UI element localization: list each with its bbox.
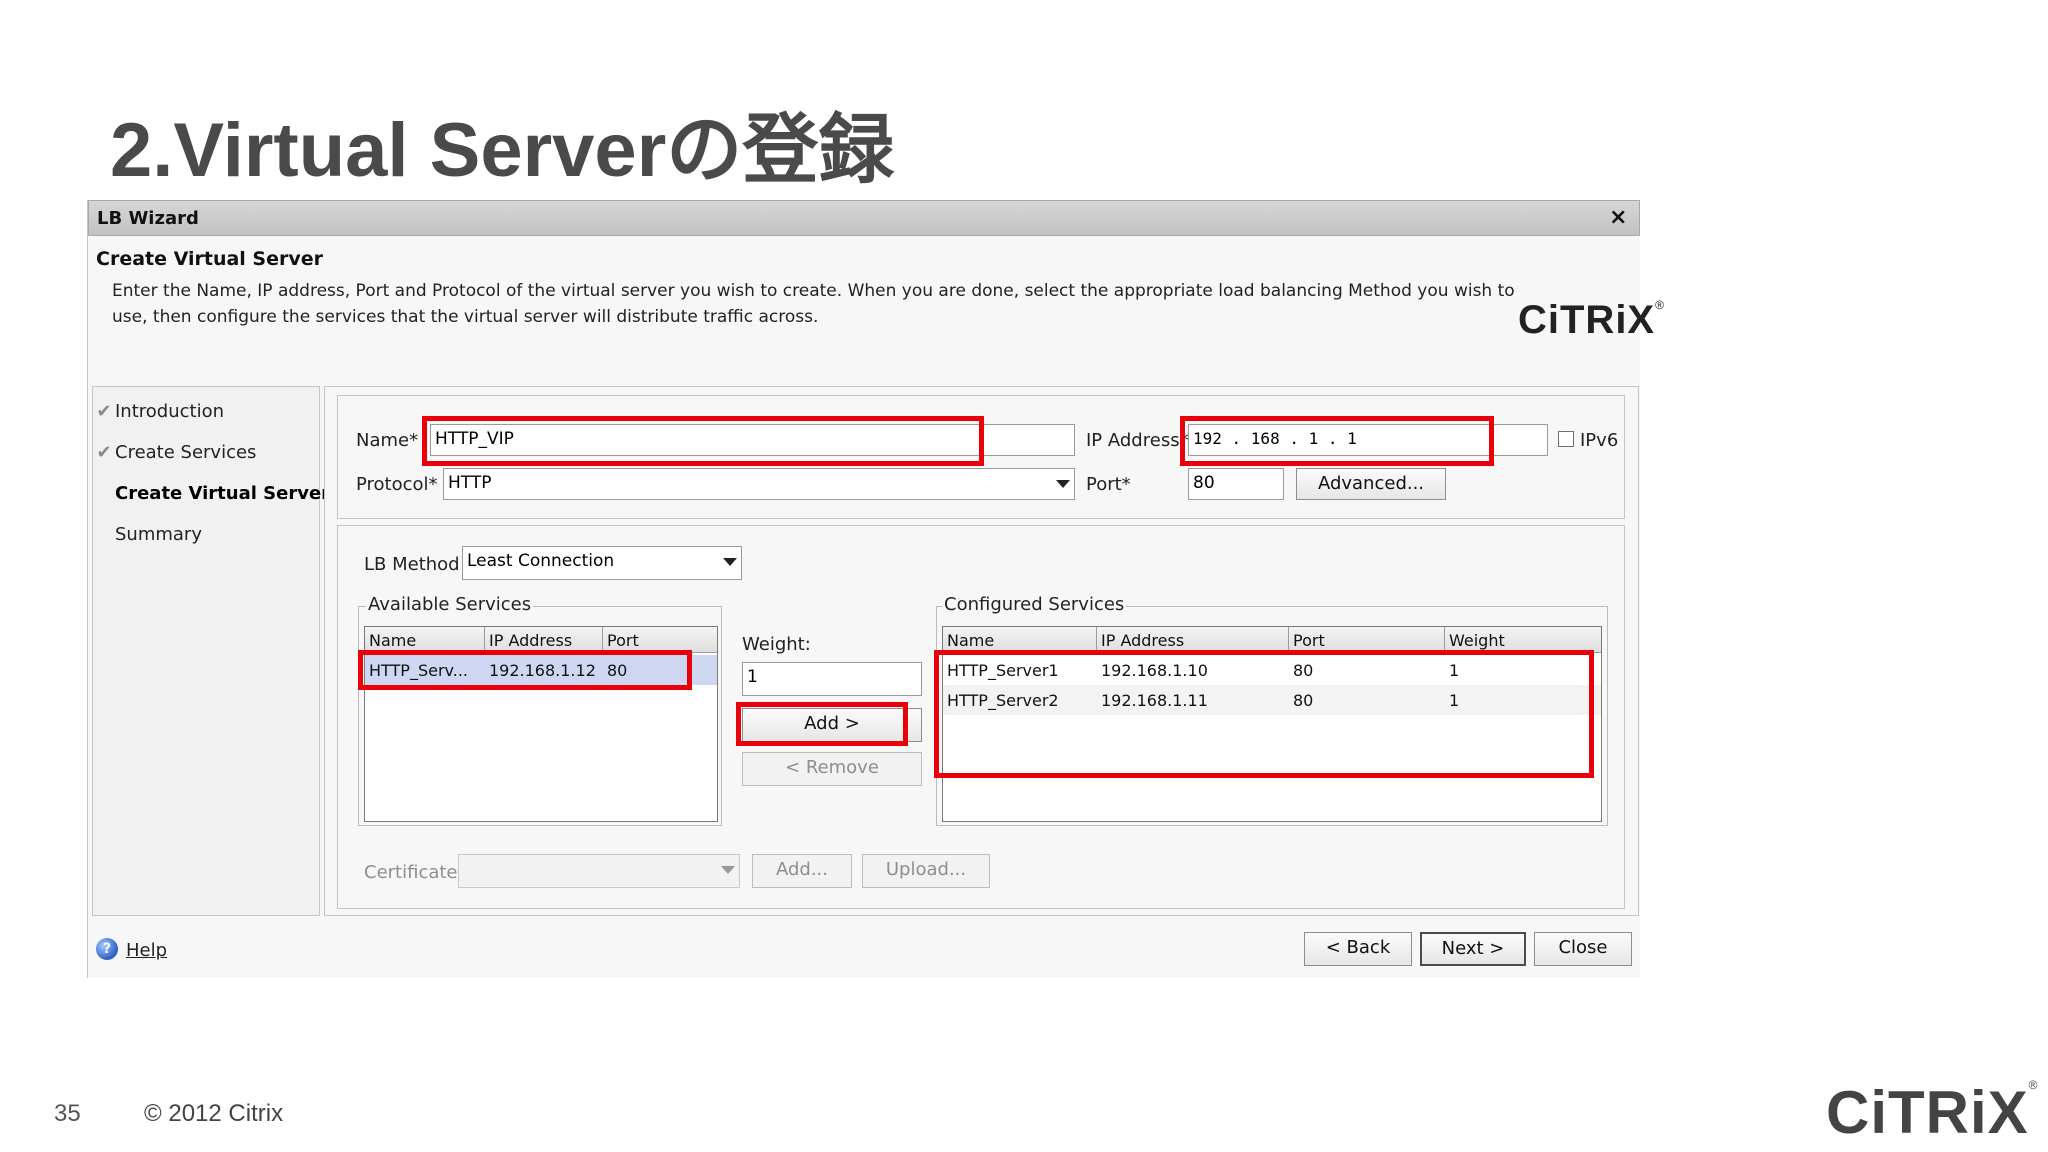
slide-title: 2.Virtual Serverの登録 bbox=[110, 108, 895, 193]
dropdown-arrow-icon bbox=[723, 558, 737, 566]
copyright: © 2012 Citrix bbox=[144, 1100, 284, 1127]
column-header-port[interactable]: Port bbox=[603, 627, 717, 653]
column-header-port[interactable]: Port bbox=[1289, 627, 1445, 653]
nav-item-summary[interactable]: Summary bbox=[93, 524, 202, 545]
next-button[interactable]: Next > bbox=[1420, 932, 1526, 966]
check-icon: ✔ bbox=[96, 401, 112, 422]
nav-item-create-services[interactable]: ✔ Create Services bbox=[93, 442, 256, 463]
column-header-weight[interactable]: Weight bbox=[1445, 627, 1601, 653]
wizard-steps-nav: ✔ Introduction ✔ Create Services Create Vi… bbox=[92, 386, 330, 916]
name-input[interactable]: HTTP_VIP bbox=[430, 424, 1075, 456]
weight-label: Weight: bbox=[742, 634, 811, 655]
ip-address-label: IP Address* bbox=[1086, 430, 1189, 451]
ipv6-checkbox[interactable] bbox=[1558, 431, 1574, 447]
load-balancing-panel: LB Method Least Connection Available Ser… bbox=[337, 525, 1625, 909]
window-title: LB Wizard bbox=[97, 208, 199, 229]
protocol-select[interactable]: HTTP bbox=[443, 468, 1075, 500]
certificate-upload-button[interactable]: Upload... bbox=[862, 854, 990, 888]
citrix-logo: CiTRiX® bbox=[1826, 1078, 2039, 1146]
page-number: 35 bbox=[54, 1100, 81, 1127]
close-icon[interactable]: × bbox=[1609, 205, 1627, 230]
column-header-ip-address[interactable]: IP Address bbox=[1097, 627, 1289, 653]
back-button[interactable]: < Back bbox=[1304, 932, 1412, 966]
help-icon[interactable]: ? bbox=[96, 938, 118, 960]
protocol-label: Protocol* bbox=[356, 474, 438, 495]
close-button[interactable]: Close bbox=[1534, 932, 1632, 966]
port-input[interactable]: 80 bbox=[1188, 468, 1284, 500]
lb-method-select[interactable]: Least Connection bbox=[462, 546, 742, 580]
column-header-ip-address[interactable]: IP Address bbox=[485, 627, 603, 653]
nav-item-create-virtual-server[interactable]: Create Virtual Server bbox=[93, 483, 330, 504]
certificate-add-button[interactable]: Add... bbox=[752, 854, 852, 888]
check-icon: ✔ bbox=[96, 442, 112, 463]
ip-address-input[interactable]: 192 . 168 . 1 . 1 bbox=[1188, 424, 1548, 456]
table-row[interactable]: HTTP_Server1 192.168.1.10 80 1 bbox=[943, 655, 1601, 685]
nav-item-introduction[interactable]: ✔ Introduction bbox=[93, 401, 224, 422]
name-label: Name* bbox=[356, 430, 419, 451]
wizard-headline: Create Virtual Server bbox=[96, 248, 323, 270]
dropdown-arrow-icon bbox=[721, 866, 735, 874]
remove-service-button[interactable]: < Remove bbox=[742, 752, 922, 786]
content-area: Name* HTTP_VIP IP Address* 192 . 168 . 1… bbox=[324, 386, 1639, 916]
server-details-panel: Name* HTTP_VIP IP Address* 192 . 168 . 1… bbox=[337, 395, 1625, 519]
ipv6-label: IPv6 bbox=[1580, 430, 1619, 451]
table-row[interactable]: HTTP_Server2 192.168.1.11 80 1 bbox=[943, 685, 1601, 715]
available-services-list[interactable]: Name IP Address Port HTTP_Serv... 192.16… bbox=[364, 626, 718, 822]
port-label: Port* bbox=[1086, 474, 1131, 495]
certificate-select[interactable] bbox=[458, 854, 740, 888]
weight-input[interactable]: 1 bbox=[742, 662, 922, 696]
available-services-legend: Available Services bbox=[366, 594, 534, 615]
wizard-description: Enter the Name, IP address, Port and Pro… bbox=[112, 281, 1515, 327]
add-service-button[interactable]: Add > bbox=[742, 708, 922, 742]
lb-wizard-window: LB Wizard × Create Virtual Server Enter … bbox=[87, 200, 1664, 978]
column-header-name[interactable]: Name bbox=[365, 627, 485, 653]
table-row[interactable]: HTTP_Serv... 192.168.1.12 80 bbox=[365, 655, 717, 685]
configured-services-legend: Configured Services bbox=[942, 594, 1127, 615]
citrix-logo-small: CiTRiX® bbox=[1518, 298, 1665, 342]
advanced-button[interactable]: Advanced... bbox=[1296, 468, 1446, 500]
column-header-name[interactable]: Name bbox=[943, 627, 1097, 653]
lb-method-label: LB Method bbox=[364, 554, 460, 575]
certificate-label: Certificate bbox=[364, 862, 458, 883]
dropdown-arrow-icon bbox=[1056, 480, 1070, 488]
help-link[interactable]: Help bbox=[126, 940, 167, 961]
configured-services-list[interactable]: Name IP Address Port Weight HTTP_Server1… bbox=[942, 626, 1602, 822]
window-titlebar[interactable]: LB Wizard × bbox=[88, 200, 1640, 236]
